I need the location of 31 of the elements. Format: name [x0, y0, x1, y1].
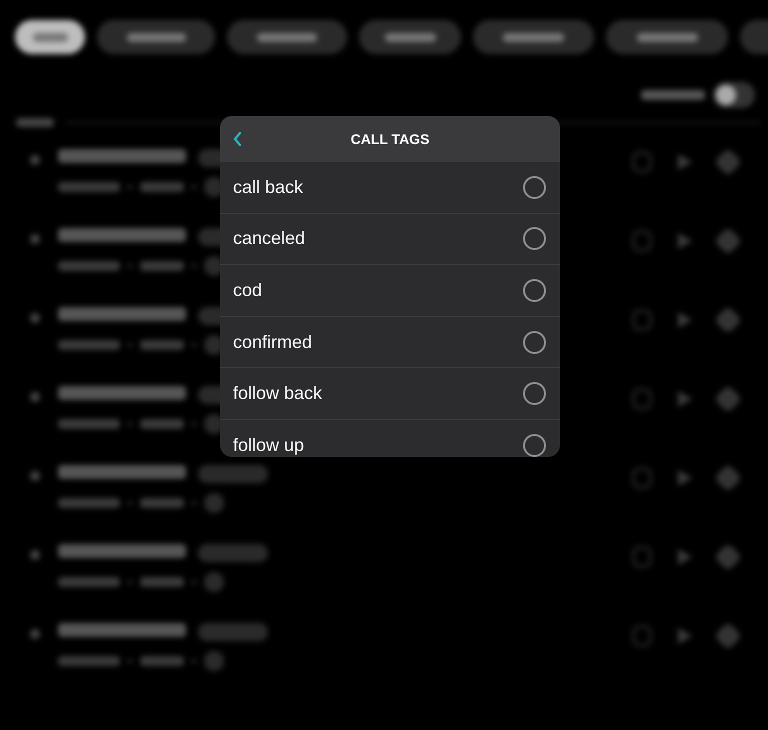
blurred-label [16, 118, 54, 127]
play-icon[interactable] [678, 154, 692, 170]
tag-option[interactable]: confirmed [220, 316, 560, 368]
filter-chip[interactable] [15, 20, 85, 54]
tag-label: follow up [233, 434, 304, 457]
play-icon[interactable] [678, 391, 692, 407]
tag-option[interactable]: cod [220, 265, 560, 317]
radio-button[interactable] [523, 382, 546, 406]
play-icon[interactable] [678, 549, 692, 565]
radio-button[interactable] [523, 278, 546, 302]
play-icon[interactable] [678, 628, 692, 644]
tag-option[interactable]: follow back [220, 368, 560, 420]
radio-button[interactable] [523, 330, 546, 354]
tag-label: confirmed [233, 330, 312, 354]
radio-button[interactable] [523, 434, 546, 457]
tag-option[interactable]: call back [220, 162, 560, 214]
tag-label: call back [233, 176, 304, 199]
play-icon[interactable] [678, 312, 692, 328]
radio-button[interactable] [523, 227, 546, 250]
tag-option[interactable]: canceled [220, 214, 560, 266]
dialog-title: CALL TAGS [350, 130, 430, 148]
tag-label: follow back [233, 382, 322, 406]
tag-option[interactable]: follow up [220, 420, 560, 457]
play-icon[interactable] [678, 470, 692, 486]
play-icon[interactable] [678, 233, 692, 249]
show-info-toggle[interactable] [713, 82, 755, 108]
back-icon[interactable] [233, 132, 242, 146]
tag-label: canceled [233, 227, 306, 250]
radio-button[interactable] [523, 176, 546, 199]
blurred-label [641, 90, 705, 100]
tag-label: cod [233, 278, 262, 302]
